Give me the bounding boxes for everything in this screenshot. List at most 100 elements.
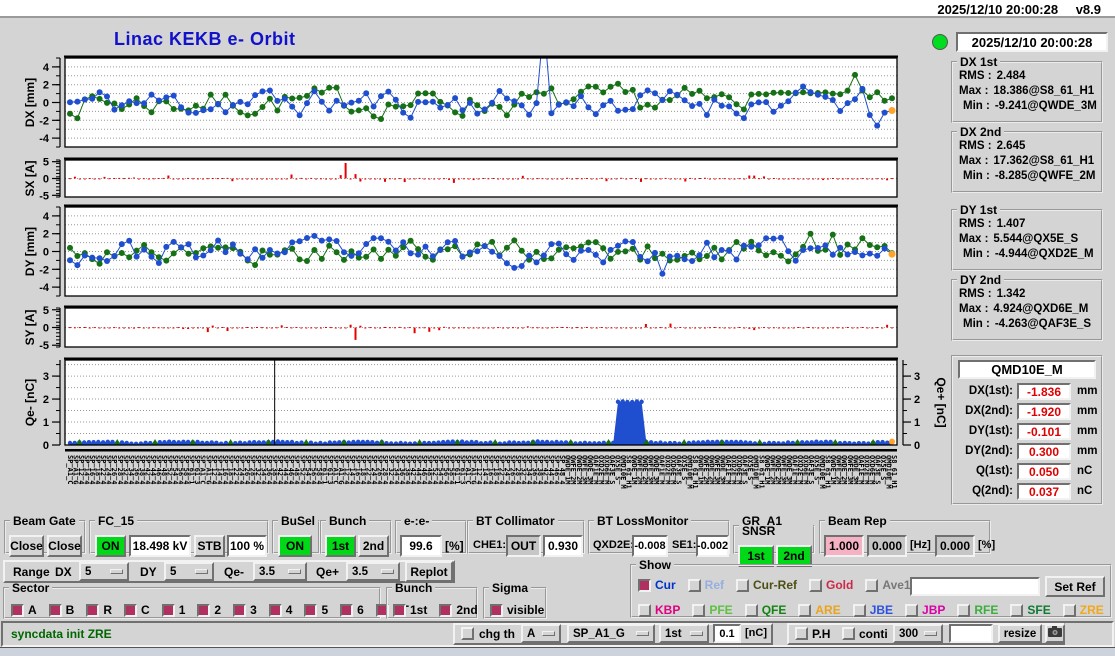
rms-value: 2.645: [996, 140, 1026, 152]
show-checkbox-gold[interactable]: [809, 578, 823, 592]
range-dx-value: 5: [85, 565, 92, 578]
bunch-select-label: 1st: [410, 603, 428, 617]
camera-button[interactable]: [1045, 624, 1065, 643]
sector-checkbox-b[interactable]: [48, 603, 62, 617]
monitor-row: DY(2nd): 0.300 mm: [953, 443, 1101, 461]
monitor-row-label: DY(2nd):: [965, 445, 1013, 457]
show-label: PFE: [709, 603, 733, 617]
th-select-dropdown[interactable]: A: [521, 624, 561, 643]
sector-item: 6: [340, 603, 364, 617]
show-checkbox-pfe[interactable]: [692, 603, 706, 617]
show-checkbox-rfe[interactable]: [957, 603, 971, 617]
transmission-value-field[interactable]: 99.6: [400, 535, 442, 557]
show-checkbox-ref[interactable]: [687, 578, 701, 592]
show-checkbox-jbe[interactable]: [852, 603, 866, 617]
beam-gate-close-2-button[interactable]: Close: [47, 535, 82, 557]
beam-gate-close-1-button[interactable]: Close: [9, 535, 44, 557]
monitor-row-label: DX(1st):: [968, 385, 1013, 397]
busel-on-button[interactable]: ON: [278, 535, 312, 557]
range-dy-dropdown[interactable]: 5: [164, 562, 214, 581]
sector-checkbox-c[interactable]: [124, 603, 138, 617]
show-checkbox-kbp[interactable]: [638, 603, 651, 617]
sector-checkbox-1[interactable]: [161, 603, 175, 617]
sector-checkbox-6[interactable]: [340, 603, 354, 617]
replot-button[interactable]: Replot: [405, 561, 453, 582]
stats-title: DY 1st: [960, 203, 998, 217]
resize-button[interactable]: resize: [998, 624, 1042, 643]
max-value: 17.362@S8_61_H1: [993, 155, 1095, 167]
range-qe-minus-dropdown[interactable]: 3.5: [253, 562, 307, 581]
show-checkbox-sfe[interactable]: [1010, 603, 1024, 617]
range-label: Range: [13, 565, 50, 579]
se1-value-field[interactable]: -0.002: [696, 535, 729, 557]
svg-text:SX [A]: SX [A]: [23, 160, 37, 196]
page-title: Linac KEKB e- Orbit: [114, 29, 296, 49]
sector-checkbox-2[interactable]: [197, 603, 211, 617]
sector-checkbox-a[interactable]: [11, 603, 24, 617]
sector-item: 5: [304, 603, 328, 617]
max-label: Max :: [959, 233, 989, 245]
show-checkbox-jbp[interactable]: [905, 603, 919, 617]
show-checkbox-qfe[interactable]: [744, 603, 758, 617]
bunch-select-label: 2nd: [456, 603, 478, 617]
beam-rep-value-3: 0.000: [935, 535, 975, 557]
group-title: Show: [639, 558, 671, 572]
bunch-select-checkbox-1st[interactable]: [393, 603, 406, 617]
se1-label: SE1:: [672, 539, 697, 551]
sigma-visible-checkbox[interactable]: [490, 603, 503, 617]
conti-checkbox[interactable]: [842, 627, 855, 640]
dropdown-indicator-icon: [288, 569, 301, 574]
set-ref-button[interactable]: Set Ref: [1045, 576, 1105, 597]
ref-name-input[interactable]: [910, 577, 1040, 596]
monitor-row-label: Q(2nd):: [972, 485, 1013, 497]
range-dx-dropdown[interactable]: 5: [79, 562, 129, 581]
sector-checkbox-3[interactable]: [233, 603, 247, 617]
th-select-value: A: [527, 627, 536, 640]
che1-label: CHE1:: [473, 539, 507, 551]
fc15-kv-field[interactable]: 18.498 kV: [129, 535, 191, 557]
show-checkbox-ave10[interactable]: [865, 578, 879, 592]
bunch-select-dropdown[interactable]: 1st: [659, 624, 709, 643]
fc15-percent-field[interactable]: 100 %: [227, 535, 267, 557]
sector-checkbox-4[interactable]: [268, 603, 282, 617]
ph-checkbox[interactable]: [795, 627, 808, 640]
show-item: Cur-Ref: [736, 578, 797, 592]
qxd2e-value-field[interactable]: -0.008: [632, 535, 668, 557]
busel-group: BuSel ON: [272, 514, 321, 557]
fc15-stb-button[interactable]: STB: [194, 535, 225, 557]
points-dropdown[interactable]: 300: [893, 624, 943, 643]
show-item: Gold: [809, 578, 853, 592]
fc15-on-button[interactable]: ON: [95, 535, 126, 557]
sector-item: 2: [197, 603, 221, 617]
bunch-select-checkbox-2nd[interactable]: [439, 603, 453, 617]
show-checkbox-are[interactable]: [798, 603, 812, 617]
group-title: e-:e-: [404, 514, 430, 528]
show-label: SFE: [1027, 603, 1051, 617]
status-message: syncdata init ZRE: [11, 627, 112, 641]
bt-collimator-value-field[interactable]: 0.930: [543, 535, 583, 557]
count-input[interactable]: [949, 624, 993, 643]
bunch-2nd-button[interactable]: 2nd: [358, 535, 389, 557]
sigma-item: visible: [490, 603, 544, 617]
rms-label: RMS :: [959, 218, 992, 230]
svg-text:-4: -4: [39, 282, 50, 294]
svg-text:-2: -2: [39, 264, 49, 276]
sector-checkbox-5[interactable]: [304, 603, 318, 617]
group-title: BuSel: [281, 514, 316, 528]
show-label: QFE: [761, 603, 787, 617]
sector-label: B: [65, 603, 75, 617]
threshold-value-input[interactable]: 0.1: [713, 624, 741, 643]
show-checkbox-zre[interactable]: [1062, 603, 1076, 617]
bunch-select-item: 1st: [393, 603, 427, 617]
sector-checkbox-r[interactable]: [86, 603, 100, 617]
chg-th-checkbox[interactable]: [461, 627, 474, 640]
show-item: PFE: [692, 603, 733, 617]
range-qe-plus-dropdown[interactable]: 3.5: [346, 562, 400, 581]
bunch-1st-button[interactable]: 1st: [325, 535, 356, 557]
show-checkbox-cur-ref[interactable]: [736, 578, 750, 592]
svg-text:2: 2: [43, 80, 49, 92]
show-checkbox-cur[interactable]: [638, 578, 651, 592]
show-item: ZRE: [1062, 603, 1104, 617]
group-title: Beam Rep: [828, 514, 887, 528]
sp-select-dropdown[interactable]: SP_A1_G: [567, 624, 655, 643]
